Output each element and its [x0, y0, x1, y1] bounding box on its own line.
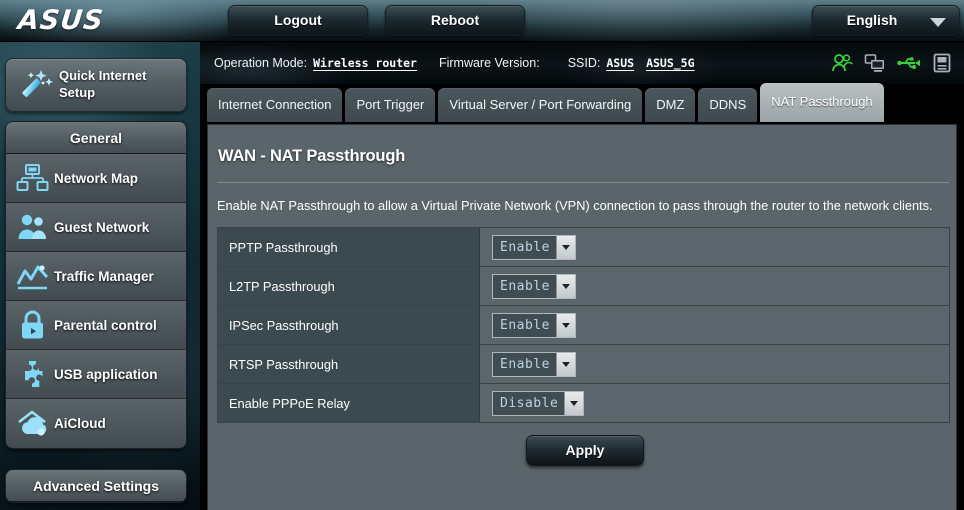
row-value: Enable [480, 345, 949, 383]
tab-port-trigger[interactable]: Port Trigger [345, 88, 436, 122]
ipsec-passthrough-select[interactable]: Enable [492, 312, 576, 338]
select-value: Enable [500, 356, 550, 372]
language-select-value: English [846, 12, 898, 28]
l2tp-passthrough-select[interactable]: Enable [492, 273, 576, 299]
sidebar-group-advanced: Advanced Settings [5, 469, 187, 503]
chevron-down-icon[interactable] [564, 391, 584, 415]
row-value: Enable [480, 306, 949, 344]
table-row: Enable PPPoE Relay Disable [218, 384, 949, 423]
sidebar-item-label: Traffic Manager [54, 269, 154, 284]
chevron-down-icon[interactable] [555, 352, 575, 376]
network-monitor-icon[interactable] [864, 53, 886, 73]
row-label: Enable PPPoE Relay [218, 384, 480, 422]
logout-button[interactable]: Logout [228, 5, 368, 36]
content-panel: WAN - NAT Passthrough Enable NAT Passthr… [207, 124, 957, 510]
row-label: RTSP Passthrough [218, 345, 480, 383]
router-admin-page: ASUS Logout Reboot English Operation Mod… [0, 0, 964, 510]
printer-icon[interactable] [932, 53, 952, 73]
sidebar-item-network-map[interactable]: Network Map [6, 154, 186, 203]
sidebar-item-aicloud[interactable]: AiCloud [6, 399, 186, 448]
table-row: PPTP Passthrough Enable [218, 228, 949, 267]
quick-internet-setup-label: Quick Internet Setup [59, 68, 147, 100]
sidebar-item-label: Guest Network [54, 220, 150, 235]
sidebar-item-label: Parental control [54, 318, 157, 333]
reboot-button[interactable]: Reboot [385, 5, 525, 36]
pptp-passthrough-select[interactable]: Enable [492, 234, 576, 260]
page-description: Enable NAT Passthrough to allow a Virtua… [217, 198, 933, 213]
chevron-down-icon[interactable] [555, 235, 575, 259]
sidebar-item-label: AiCloud [54, 416, 106, 431]
row-value: Enable [480, 228, 949, 266]
sidebar-item-traffic-manager[interactable]: Traffic Manager [6, 252, 186, 301]
row-value: Disable [480, 384, 949, 422]
top-header-bar: ASUS Logout Reboot English [0, 0, 964, 42]
rtsp-passthrough-select[interactable]: Enable [492, 351, 576, 377]
row-label: IPSec Passthrough [218, 306, 480, 344]
row-label: L2TP Passthrough [218, 267, 480, 305]
select-value: Enable [500, 239, 550, 255]
nat-passthrough-settings-table: PPTP Passthrough Enable L2TP Passthrough… [217, 227, 950, 423]
sidebar-group-advanced-header[interactable]: Advanced Settings [6, 470, 186, 502]
firmware-version-label: Firmware Version: [438, 56, 540, 70]
tab-virtual-server-port-forwarding[interactable]: Virtual Server / Port Forwarding [438, 88, 643, 122]
sidebar-group-general-header[interactable]: General [6, 122, 186, 154]
select-value: Enable [500, 278, 550, 294]
ssid-label: SSID: [567, 56, 601, 70]
magic-wand-icon [22, 70, 53, 97]
lock-icon [22, 310, 43, 339]
sidebar-item-usb-application[interactable]: USB application [6, 350, 186, 399]
table-row: IPSec Passthrough Enable [218, 306, 949, 345]
sidebar-group-general: General Network Map Guest Network Traffi… [5, 121, 187, 449]
table-row: RTSP Passthrough Enable [218, 345, 949, 384]
sidebar: Quick Internet Setup General Network Map [0, 42, 200, 510]
status-info: Operation Mode: Wireless router Firmware… [214, 42, 695, 84]
tab-ddns[interactable]: DDNS [698, 88, 758, 122]
puzzle-piece-icon [25, 361, 43, 387]
pppoe-relay-select[interactable]: Disable [492, 390, 585, 416]
tab-nat-passthrough[interactable]: NAT Passthrough [760, 83, 884, 122]
usb-icon[interactable] [897, 53, 921, 73]
row-value: Enable [480, 267, 949, 305]
table-row: L2TP Passthrough Enable [218, 267, 949, 306]
tab-bar: Internet Connection Port Trigger Virtual… [207, 83, 884, 122]
chevron-down-icon[interactable] [555, 313, 575, 337]
select-value: Enable [500, 317, 550, 333]
quick-internet-setup-button[interactable]: Quick Internet Setup [5, 58, 187, 112]
language-select[interactable]: English [812, 5, 960, 36]
status-icon-tray [831, 42, 952, 84]
clients-icon[interactable] [831, 53, 853, 73]
cloud-icon [18, 410, 47, 436]
chevron-down-icon [930, 18, 946, 27]
ssid-5ghz-value[interactable]: ASUS_5G [646, 56, 694, 70]
title-divider [217, 182, 949, 183]
tab-internet-connection[interactable]: Internet Connection [207, 88, 343, 122]
guest-network-icon [18, 214, 46, 239]
page-title: WAN - NAT Passthrough [218, 147, 406, 165]
sidebar-item-guest-network[interactable]: Guest Network [6, 203, 186, 252]
tab-dmz[interactable]: DMZ [645, 88, 696, 122]
traffic-manager-icon [16, 265, 49, 290]
sidebar-item-label: Network Map [54, 171, 139, 186]
network-map-icon [16, 164, 49, 191]
select-value: Disable [500, 395, 559, 411]
apply-button[interactable]: Apply [526, 435, 644, 466]
row-label: PPTP Passthrough [218, 228, 480, 266]
chevron-down-icon[interactable] [555, 274, 575, 298]
ssid-2ghz-value[interactable]: ASUS [606, 56, 634, 70]
operation-mode-label: Operation Mode: [214, 56, 308, 70]
sidebar-item-parental-control[interactable]: Parental control [6, 301, 186, 350]
sidebar-item-label: USB application [54, 367, 158, 382]
asus-logo: ASUS [16, 5, 106, 36]
operation-mode-value[interactable]: Wireless router [313, 56, 417, 70]
